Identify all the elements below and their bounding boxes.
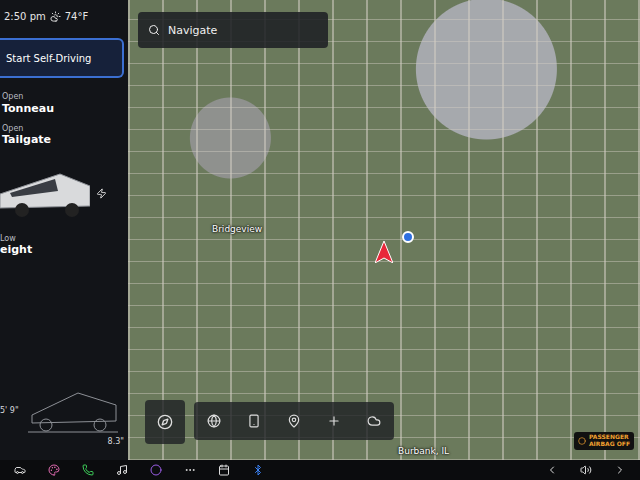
plus-icon[interactable] xyxy=(327,414,341,428)
vehicle-icon xyxy=(0,164,90,224)
suspension-label: eight xyxy=(0,243,128,257)
search-icon xyxy=(148,24,160,36)
app-icon[interactable] xyxy=(150,464,162,476)
weather-layer-icon[interactable] xyxy=(367,414,381,428)
calendar-icon[interactable] xyxy=(218,464,230,476)
music-icon[interactable] xyxy=(116,464,128,476)
clearance-reading: 8.3" xyxy=(108,437,124,446)
phone-app-icon[interactable] xyxy=(82,464,94,476)
toybox-icon[interactable] xyxy=(48,464,60,476)
vehicle-view xyxy=(0,154,128,234)
self-driving-button[interactable]: Start Self-Driving xyxy=(0,38,124,78)
suspension-state: Low xyxy=(0,234,128,244)
map-label: Bridgeview xyxy=(212,224,262,234)
compass-button[interactable] xyxy=(145,400,185,444)
navigate-search[interactable]: Navigate xyxy=(138,12,328,48)
suspension-status[interactable]: Loweight xyxy=(0,234,128,258)
phone-icon[interactable] xyxy=(247,414,261,428)
dimensions: 5' 9" 8.3" xyxy=(0,385,128,446)
car-icon[interactable] xyxy=(14,464,26,476)
clock: 2:50 pm xyxy=(4,11,46,22)
height-reading: 5' 9" xyxy=(0,406,19,415)
map-toolbar xyxy=(194,402,394,440)
main-area: 2:50 pm74°FStart Self-DrivingOpenTonneau… xyxy=(0,0,640,460)
map[interactable]: Bridgeview Burbank, IL Navigate PASSENGERAI… xyxy=(128,0,640,460)
vehicle-status-item[interactable]: OpenTailgate xyxy=(2,124,128,148)
pin-icon[interactable] xyxy=(287,414,301,428)
status-bar: 2:50 pm 74°F xyxy=(0,8,128,24)
globe-icon[interactable] xyxy=(207,414,221,428)
status-label: Tonneau xyxy=(2,102,128,116)
airbag-text: PASSENGERAIRBAG OFF xyxy=(589,434,630,448)
airbag-icon xyxy=(578,437,586,445)
status-state: Open xyxy=(2,92,128,102)
map-label: Burbank, IL xyxy=(398,446,449,456)
vehicle-status-list: OpenTonneauOpenTailgate xyxy=(0,92,128,148)
compass-icon xyxy=(157,414,173,430)
volume-up-icon[interactable] xyxy=(614,464,626,476)
destination-pin[interactable] xyxy=(402,231,414,243)
airbag-badge: PASSENGERAIRBAG OFF xyxy=(574,432,634,450)
dimension-diagram xyxy=(28,385,118,435)
more-icon[interactable] xyxy=(184,464,196,476)
search-placeholder: Navigate xyxy=(168,24,217,37)
vehicle-position-icon xyxy=(375,241,393,263)
taskbar xyxy=(0,460,640,480)
temperature: 74°F xyxy=(65,11,88,22)
bluetooth-icon[interactable] xyxy=(252,464,264,476)
vehicle-status-item[interactable]: OpenTonneau xyxy=(2,92,128,116)
charging-icon xyxy=(96,188,107,199)
weather-icon xyxy=(50,11,61,22)
status-state: Open xyxy=(2,124,128,134)
vehicle-screen: 2:50 pm74°FStart Self-DrivingOpenTonneau… xyxy=(0,0,640,480)
vehicle-panel: 2:50 pm74°FStart Self-DrivingOpenTonneau… xyxy=(0,0,128,460)
volume-down-icon[interactable] xyxy=(546,464,558,476)
volume-icon[interactable] xyxy=(580,464,592,476)
status-label: Tailgate xyxy=(2,133,128,147)
